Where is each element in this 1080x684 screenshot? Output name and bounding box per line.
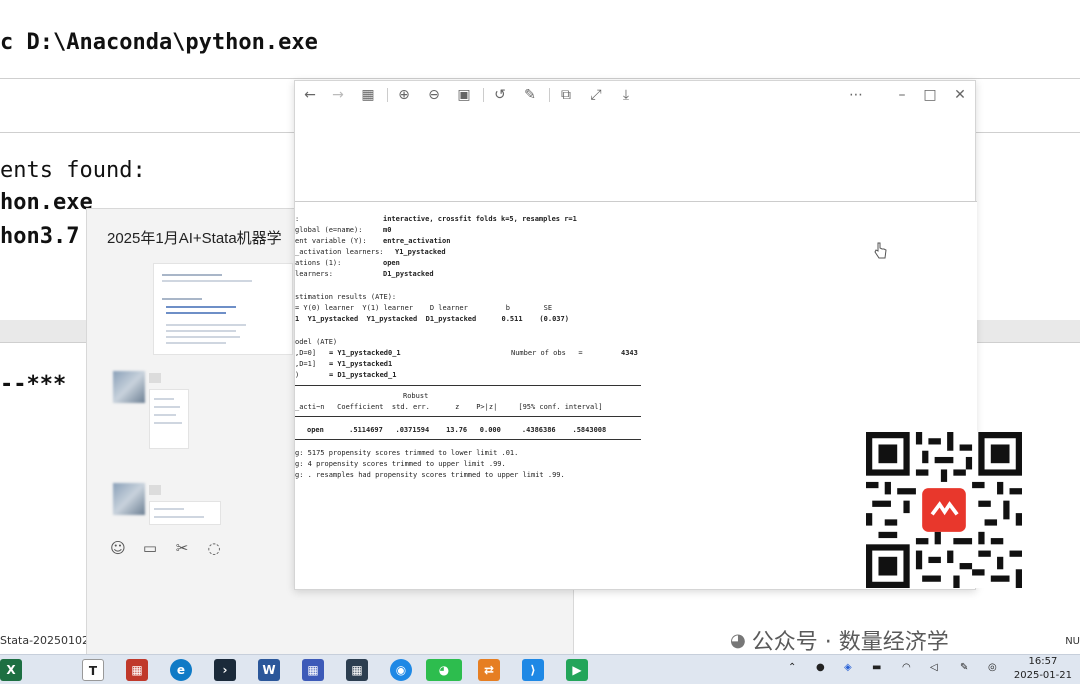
save-icon[interactable]: ⤓ <box>617 86 635 104</box>
output-label: global (e=name): <box>295 226 363 234</box>
chat-title: 2025年1月AI+Stata机器学 <box>107 230 282 247</box>
output-label: _activation learners: <box>295 248 384 256</box>
output-value: D1_pystacked <box>383 270 434 278</box>
output-label: ,D=1] <box>295 360 317 368</box>
hand-cursor-icon <box>874 242 887 259</box>
close-icon[interactable]: ✕ <box>951 86 969 104</box>
forward-icon[interactable]: → <box>329 86 347 104</box>
output-label: ent variable (Y): <box>295 237 367 245</box>
output-row: 1 Y1_pystacked Y1_pystacked D1_pystacked… <box>295 315 569 323</box>
output-columns: = Y(0) learner Y(1) learner D learner b … <box>295 304 553 312</box>
output-value: 4343 <box>621 349 638 357</box>
output-heading: stimation results (ATE): <box>295 293 397 301</box>
taskbar: X T ▦ e › W ▦ ▦ ◉ ◕ ⇄ ⟩ ▶ ⌃ ● ◈ ▬ ◠ ◁ ✎ … <box>0 654 1080 684</box>
message-image[interactable] <box>149 389 189 449</box>
wechat-watermark-icon: ◕ <box>730 629 746 651</box>
qr-code-image <box>866 432 1022 588</box>
clock-time: 16:57 <box>1028 656 1058 667</box>
smiley-icon[interactable]: ☺ <box>109 539 127 557</box>
minimize-icon[interactable]: – <box>893 86 911 104</box>
terminal-line-python37: hon3.7 <box>0 224 80 249</box>
message-image[interactable] <box>149 501 221 525</box>
pen-icon[interactable]: ✎ <box>960 662 968 684</box>
output-label: learners: <box>295 270 333 278</box>
typora-icon[interactable]: T <box>82 659 104 681</box>
terminal-line-stars: --*** <box>0 372 67 397</box>
terminal-line-found: ents found: <box>0 158 146 183</box>
qr-code <box>866 432 1022 588</box>
sheet-icon[interactable]: ▦ <box>126 659 148 681</box>
avatar[interactable] <box>113 371 145 403</box>
grid-app-icon[interactable]: ▦ <box>302 659 324 681</box>
volume-icon[interactable]: ◁ <box>930 662 938 684</box>
output-table-header: _acti~n Coefficient std. err. z P>|z| [9… <box>295 403 603 411</box>
output-label: ,D=0] <box>295 349 317 357</box>
shield-icon[interactable]: ◈ <box>844 662 852 684</box>
fit-icon[interactable]: ▣ <box>455 86 473 104</box>
browser-icon[interactable]: ◉ <box>390 659 412 681</box>
mic-icon[interactable]: ● <box>816 662 825 684</box>
avatar[interactable] <box>113 483 145 515</box>
output-label: Number of obs = <box>511 349 583 357</box>
copy-icon[interactable]: ⧉ <box>557 86 575 104</box>
folder-icon[interactable]: ▭ <box>141 539 159 557</box>
chevron-up-icon[interactable]: ⌃ <box>788 662 796 684</box>
output-note: g: 4 propensity scores trimmed to upper … <box>295 460 506 468</box>
output-value: entre_activation <box>383 237 451 245</box>
output-note: g: 5175 propensity scores trimmed to low… <box>295 449 519 457</box>
maximize-icon[interactable]: □ <box>921 86 939 104</box>
output-value: = D1_pystacked_1 <box>329 371 397 379</box>
excel-icon[interactable]: X <box>0 659 22 681</box>
zoom-out-icon[interactable]: ⊖ <box>425 86 443 104</box>
scissors-icon[interactable]: ✂ <box>173 539 191 557</box>
wechat-icon[interactable]: ◕ <box>426 659 462 681</box>
nu-indicator: NU <box>1065 636 1080 647</box>
terminal-icon[interactable]: › <box>214 659 236 681</box>
wifi-icon[interactable]: ◠ <box>902 662 911 684</box>
output-label: Robust <box>403 392 429 400</box>
file-path-label: Stata-20250102\ <box>0 634 93 647</box>
output-label: : <box>295 215 300 223</box>
watermark: ◕ 公众号 · 数量经济学 <box>730 624 949 656</box>
output-value: Y1_pystacked <box>395 248 446 256</box>
rotate-icon[interactable]: ↺ <box>491 86 509 104</box>
more-icon[interactable]: ⋯ <box>847 86 865 104</box>
output-value: open <box>383 259 400 267</box>
edit-icon[interactable]: ✎ <box>521 86 539 104</box>
output-label: ations (1): <box>295 259 342 267</box>
grid-icon[interactable]: ▦ <box>359 86 377 104</box>
sync-icon[interactable]: ⇄ <box>478 659 500 681</box>
vscode-icon[interactable]: ⟩ <box>522 659 544 681</box>
message-image[interactable] <box>153 263 293 355</box>
output-table-row: open .5114697 .0371594 13.76 0.000 .4386… <box>307 426 607 434</box>
clock[interactable]: 16:57 2025-01-21 <box>1014 655 1072 683</box>
watermark-text: 公众号 · 数量经济学 <box>751 630 949 655</box>
chat-bubble-icon[interactable]: ◌ <box>205 539 223 557</box>
network-icon[interactable]: ◎ <box>988 662 997 684</box>
output-label: ) <box>295 371 300 379</box>
chat-toolbar: ☺ ▭ ✂ ◌ <box>109 539 223 557</box>
clock-date: 2025-01-21 <box>1013 670 1072 681</box>
word-icon[interactable]: W <box>258 659 280 681</box>
output-note: g: . resamples had propensity scores tri… <box>295 471 565 479</box>
edge-icon[interactable]: e <box>170 659 192 681</box>
media-icon[interactable]: ▶ <box>566 659 588 681</box>
desktop: c D:\Anaconda\python.exe ents found: hon… <box>0 0 1080 684</box>
calculator-icon[interactable]: ▦ <box>346 659 368 681</box>
output-value: = Y1_pystacked0_1 <box>329 349 401 357</box>
output-heading: odel (ATE) <box>295 338 338 346</box>
terminal-line-python-exe: hon.exe <box>0 190 93 215</box>
zoom-in-icon[interactable]: ⊕ <box>395 86 413 104</box>
output-value: interactive, crossfit folds k=5, resampl… <box>383 215 577 223</box>
output-value: = Y1_pystacked1 <box>329 360 393 368</box>
fullscreen-icon[interactable]: ⤢ <box>587 86 605 104</box>
battery-icon[interactable]: ▬ <box>872 662 881 684</box>
terminal-line-python-path: c D:\Anaconda\python.exe <box>0 30 318 55</box>
output-value: m0 <box>383 226 392 234</box>
viewer-toolbar: ← → ▦ ⊕ ⊖ ▣ ↺ ✎ ⧉ ⤢ ⤓ ⋯ – □ ✕ <box>295 81 975 109</box>
back-icon[interactable]: ← <box>301 86 319 104</box>
